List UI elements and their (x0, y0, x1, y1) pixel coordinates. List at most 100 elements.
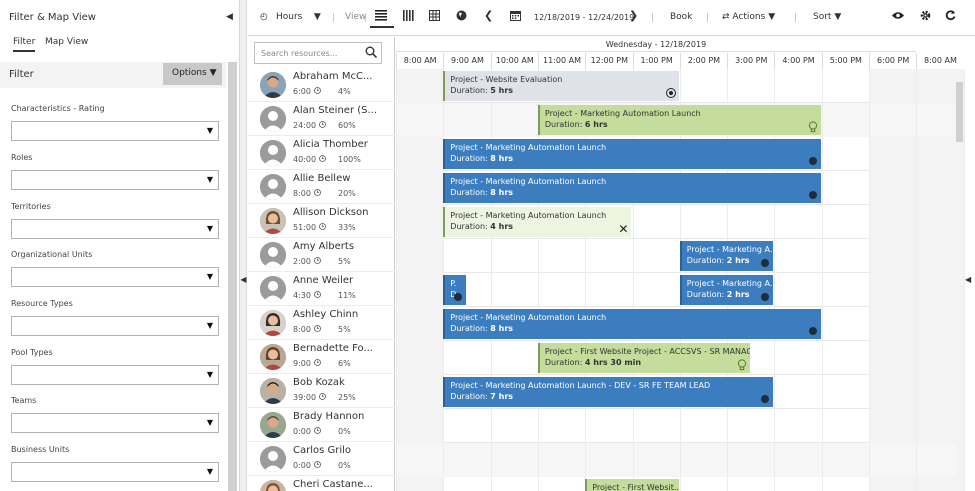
duration-label: Duration: (450, 188, 488, 197)
filter-label-org-units: Organizational Units (11, 250, 93, 259)
booking-block[interactable]: Project - First Websit... (585, 479, 679, 491)
resource-name[interactable]: Alan Steiner (S... (293, 105, 377, 116)
booking-block[interactable]: Project - Marketing A... Duration: 2 hrs (679, 275, 774, 305)
close-icon[interactable]: ✕ (618, 222, 628, 236)
next-icon[interactable]: ❯ (629, 9, 638, 22)
resource-name[interactable]: Cheri Castane... (293, 479, 373, 490)
territories-select[interactable]: ▼ (11, 219, 219, 239)
business-units-select[interactable]: ▼ (11, 462, 219, 482)
resource-row[interactable]: Abraham McC... 6:00 4% (248, 68, 395, 102)
tab-map-view[interactable]: Map View (45, 37, 88, 50)
resource-name[interactable]: Allie Bellew (293, 173, 350, 184)
filter-label-resource-types: Resource Types (11, 299, 73, 308)
refresh-icon[interactable] (945, 10, 956, 24)
eye-icon[interactable] (892, 11, 904, 23)
resource-row[interactable]: Alan Steiner (S... 24:00 60% (248, 102, 395, 136)
grid-view-icon[interactable] (429, 10, 440, 24)
resource-name[interactable]: Anne Weiler (293, 275, 353, 286)
pane-splitter[interactable] (240, 0, 247, 491)
booking-duration: Duration: 4 hrs 30 min (545, 357, 750, 368)
list-view-icon[interactable] (375, 10, 387, 24)
hour-header: 11:00 AM (537, 53, 585, 69)
schedule-scrollbar[interactable] (956, 82, 963, 142)
resource-name[interactable]: Abraham McC... (293, 71, 372, 82)
gear-icon[interactable] (920, 10, 931, 24)
clock-icon (313, 325, 321, 334)
booking-block[interactable]: Project - Marketing Automation Launch Dur… (443, 139, 821, 169)
column-view-icon[interactable] (403, 10, 414, 24)
resource-row[interactable]: Cheri Castane... (248, 476, 395, 491)
resource-row[interactable]: Allison Dickson 51:00 33% (248, 204, 395, 238)
teams-select[interactable]: ▼ (11, 413, 219, 433)
filter-section-business-units: Business Units ▼ (11, 445, 219, 482)
booking-title: Project - Marketing Automation Launch (544, 109, 701, 118)
pool-types-select[interactable]: ▼ (11, 365, 219, 385)
duration-label: Duration: (450, 222, 488, 231)
resource-name[interactable]: Brady Hannon (293, 411, 364, 422)
duration-value: 4 hrs 30 min (584, 358, 642, 367)
sort-dropdown[interactable]: Sort ▼ (813, 12, 841, 22)
search-icon[interactable] (365, 46, 377, 58)
book-button[interactable]: Book (670, 12, 692, 22)
resource-utilization: 60% (338, 121, 356, 130)
actions-dropdown[interactable]: ⇄ Actions ▼ (722, 12, 775, 22)
schedule-date-header: Wednesday - 12/18/2019 (396, 37, 916, 52)
resource-name[interactable]: Carlos Grilo (293, 445, 351, 456)
booking-block[interactable]: Project - Marketing Automation Launch Dur… (443, 207, 632, 237)
search-placeholder: Search resources... (261, 49, 338, 58)
collapse-pane-icon[interactable]: ◀ (226, 12, 233, 22)
resource-name[interactable]: Allison Dickson (293, 207, 368, 218)
resource-row[interactable]: Carlos Grilo 0:00 0% (248, 442, 395, 476)
unavailable-row-shading (396, 443, 956, 477)
booking-block[interactable]: Project - Marketing Automation Launch Dur… (443, 309, 821, 339)
booking-block[interactable]: Project - Marketing Automation Launch Dur… (443, 173, 821, 203)
resource-row[interactable]: Ashley Chinn 8:00 5% (248, 306, 395, 340)
org-units-select[interactable]: ▼ (11, 267, 219, 287)
resource-name[interactable]: Bernadette Fo... (293, 343, 373, 354)
booking-duration: Duration: 6 hrs (545, 119, 821, 130)
search-resources-input[interactable]: Search resources... (254, 42, 382, 64)
resource-hours: 0:00 (293, 427, 321, 436)
resource-row[interactable]: Bernadette Fo... 9:00 6% (248, 340, 395, 374)
hours-dropdown[interactable]: Hours ▼ (276, 12, 321, 22)
calendar-icon[interactable] (510, 10, 521, 24)
resource-name[interactable]: Bob Kozak (293, 377, 345, 388)
expand-right-icon[interactable]: ◀ (965, 275, 971, 284)
resource-hours: 8:00 (293, 325, 321, 334)
resource-types-select[interactable]: ▼ (11, 316, 219, 336)
booking-title: Project - Marketing A... (686, 245, 774, 254)
resource-row[interactable]: Bob Kozak 39:00 25% (248, 374, 395, 408)
resource-name[interactable]: Amy Alberts (293, 241, 354, 252)
toolbar-divider: | (706, 13, 710, 23)
chevron-down-icon: ▼ (206, 126, 213, 135)
characteristics-select[interactable]: ▼ (11, 121, 219, 141)
duration-label: Duration: (544, 358, 583, 367)
tab-filter[interactable]: Filter (13, 37, 36, 52)
resource-name[interactable]: Ashley Chinn (293, 309, 358, 320)
options-button[interactable]: Options ▼ (163, 63, 222, 85)
booking-block[interactable]: Project - Website Evaluation Duration: 5 … (443, 71, 679, 101)
resource-row[interactable]: Alicia Thomber 40:00 100% (248, 136, 395, 170)
filter-pane-scrollbar[interactable] (228, 62, 237, 491)
hour-header: 6:00 PM (869, 53, 916, 69)
resource-hours: 2:00 (293, 257, 321, 266)
resource-row[interactable]: Anne Weiler 4:30 11% (248, 272, 395, 306)
previous-icon[interactable]: ❮ (484, 9, 493, 22)
booking-block[interactable]: Project - First Website Project - ACCSVS… (537, 343, 750, 373)
filter-label-characteristics: Characteristics - Rating (11, 104, 105, 113)
booking-duration: Duration: 7 hrs (450, 391, 773, 402)
resource-row[interactable]: Brady Hannon 0:00 0% (248, 408, 395, 442)
booking-block[interactable]: Project - Marketing A... Duration: 2 hrs (679, 241, 774, 271)
resource-name[interactable]: Alicia Thomber (293, 139, 368, 150)
hours-value: 9:00 (293, 359, 311, 368)
globe-icon[interactable] (456, 10, 467, 24)
roles-select[interactable]: ▼ (11, 170, 219, 190)
booking-block[interactable]: Project - Marketing Automation Launch - … (443, 377, 774, 407)
booking-block[interactable]: Project - Marketing Automation Launch Dur… (537, 105, 821, 135)
resource-row[interactable]: Allie Bellew 8:00 20% (248, 170, 395, 204)
resource-row[interactable]: Amy Alberts 2:00 5% (248, 238, 395, 272)
date-range[interactable]: 12/18/2019 - 12/24/2019 (534, 13, 634, 22)
chevron-down-icon: ▼ (206, 272, 213, 281)
expand-left-icon[interactable]: ◀ (240, 275, 247, 284)
booking-block[interactable]: P.D (443, 275, 466, 305)
